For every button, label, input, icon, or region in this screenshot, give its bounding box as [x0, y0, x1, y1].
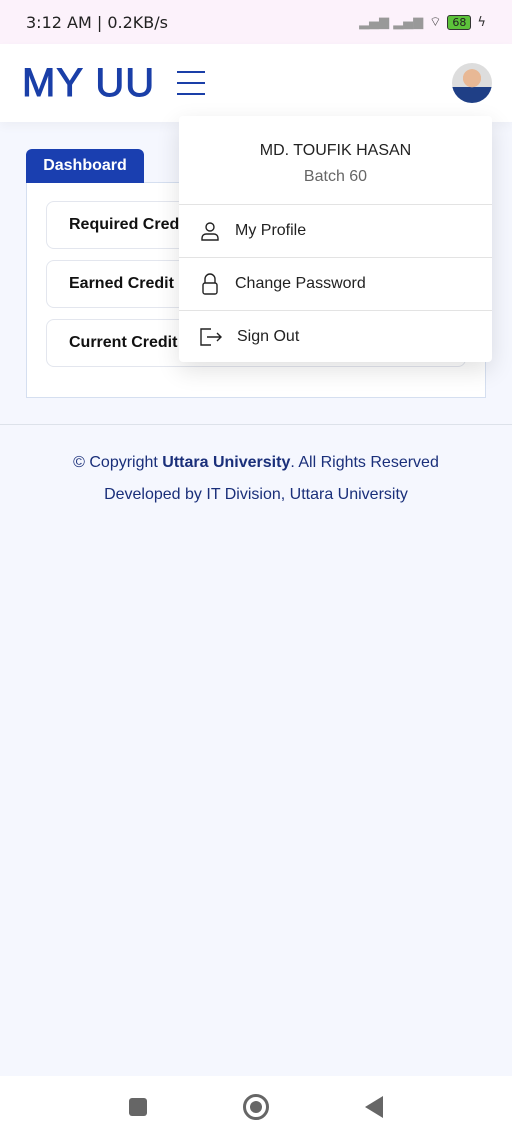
footer-developed: Developed by IT Division, Uttara Univers… [104, 486, 408, 503]
divider [0, 424, 512, 425]
user-dropdown: MD. TOUFIK HASAN Batch 60 My Profile Cha… [179, 116, 492, 362]
menu-item-change-password[interactable]: Change Password [179, 257, 492, 309]
footer-copyright: © Copyright Uttara University. All Right… [73, 454, 439, 471]
system-nav-bar [0, 1076, 512, 1138]
battery-indicator: ▂▄▆ ▂▄▆ ⌔ 68 ϟ [359, 14, 486, 30]
menu-item-label: Sign Out [237, 327, 300, 345]
app-header: MY UU [0, 44, 512, 122]
user-icon [201, 221, 219, 241]
back-icon[interactable] [365, 1096, 383, 1118]
user-name: MD. TOUFIK HASAN [259, 142, 412, 159]
user-batch: Batch 60 [303, 168, 368, 185]
lock-icon [202, 272, 218, 295]
menu-item-my-profile[interactable]: My Profile [179, 204, 492, 256]
logo[interactable]: MY UU [21, 60, 155, 106]
menu-item-label: Change Password [235, 274, 366, 292]
menu-item-sign-out[interactable]: Sign Out [179, 310, 492, 362]
menu-item-label: My Profile [235, 221, 307, 239]
recents-icon[interactable] [129, 1098, 147, 1116]
university-link[interactable]: Uttara University [162, 454, 290, 471]
home-icon[interactable] [243, 1094, 269, 1120]
tab-dashboard[interactable]: Dashboard [26, 149, 144, 183]
menu-icon[interactable] [177, 71, 206, 95]
avatar[interactable] [452, 63, 492, 103]
status-time: 3:12 AM | 0.2KB/s [26, 12, 168, 32]
sign-out-icon [200, 327, 222, 346]
status-bar: 3:12 AM | 0.2KB/s ▂▄▆ ▂▄▆ ⌔ 68 ϟ [0, 0, 512, 44]
